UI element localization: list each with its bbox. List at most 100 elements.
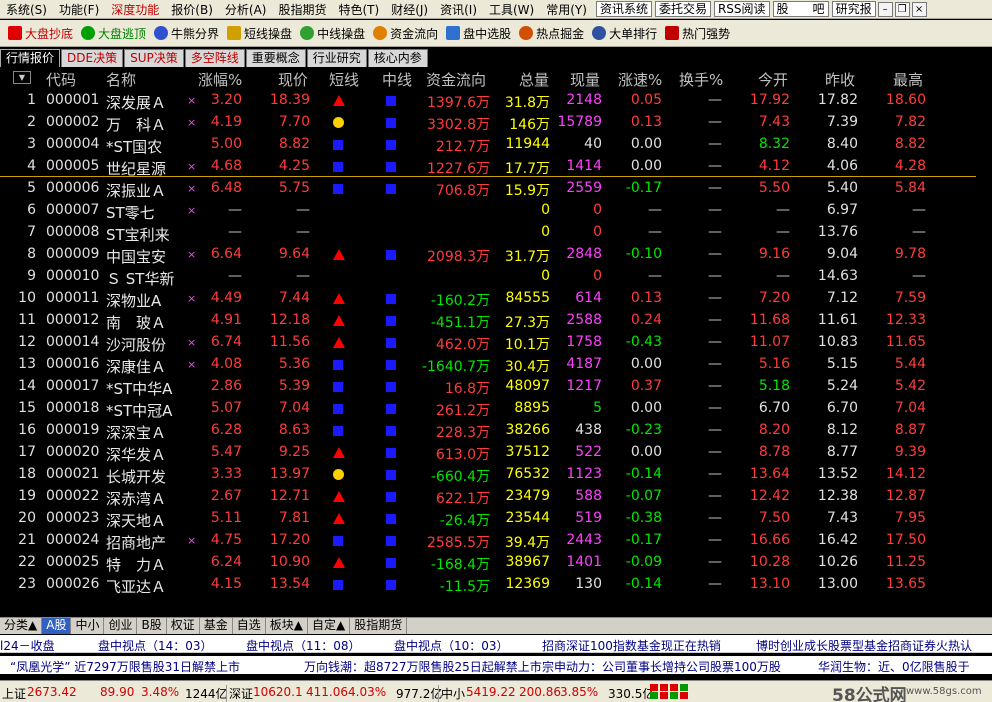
toolbar-button[interactable]: 短线操盘: [227, 25, 292, 42]
market-tab[interactable]: 自定▲: [308, 618, 351, 634]
table-row[interactable]: 7 000008 ST宝利来 — — 0 0 — — — 13.76 —: [0, 221, 992, 244]
header-prev-close[interactable]: 昨收: [825, 69, 855, 90]
table-row[interactable]: 5 000006 深振业Ａ × 6.48 5.75 706.8万 15.9万 2559 -0.17…: [0, 177, 992, 200]
table-row[interactable]: 10 000011 深物业A × 4.49 7.44 -160.2万 84555 614 0.13…: [0, 287, 992, 310]
table-row[interactable]: 23 000026 飞亚达Ａ 4.15 13.54 -11.5万 12369 130 -0.14…: [0, 573, 992, 596]
menu-quick-button[interactable]: 委托交易: [654, 1, 711, 17]
news-link[interactable]: 盘中视点（10：03）: [394, 637, 509, 652]
menu-item[interactable]: 分析(A): [219, 1, 273, 18]
news-link[interactable]: 万向钱潮：超8727万限售股25日起解禁上市: [304, 658, 542, 674]
restore-icon[interactable]: ❐: [894, 1, 910, 17]
minimize-icon[interactable]: –: [877, 1, 893, 17]
table-row[interactable]: 1 000001 深发展Ａ × 3.20 18.39 1397.6万 31.8万 2148 0.0…: [0, 89, 992, 112]
header-mid-term[interactable]: 中线: [382, 69, 412, 90]
table-row[interactable]: 8 000009 中国宝安 × 6.64 9.64 2098.3万 31.7万 2848 -0.1…: [0, 243, 992, 266]
tab-6[interactable]: 核心内参: [367, 49, 428, 67]
zx-index[interactable]: 5419.22: [466, 685, 516, 699]
header-name[interactable]: 名称: [106, 69, 136, 90]
menu-item[interactable]: 系统(S): [0, 1, 53, 18]
market-tab-bar: 分类▲ A股 中小 创业 B股 权证 基金 自选 板块▲ 自定▲ 股指期货: [0, 617, 992, 634]
toolbar-button[interactable]: 牛熊分界: [154, 25, 219, 42]
header-change[interactable]: 涨幅%: [198, 69, 242, 90]
menu-item[interactable]: 财经(J): [385, 1, 434, 18]
table-row[interactable]: 11 000012 南 玻Ａ 4.91 12.18 -451.1万 27.3万 2588 0.2…: [0, 309, 992, 332]
header-current-volume[interactable]: 现量: [570, 69, 600, 90]
table-row[interactable]: 6 000007 ST零七 × — — 0 0 — — — 6.97 —: [0, 199, 992, 222]
header-code[interactable]: 代码: [46, 69, 76, 90]
tab-3[interactable]: 多空阵线: [184, 49, 245, 67]
menu-item[interactable]: 工具(W): [483, 1, 540, 18]
tab-4[interactable]: 重要概念: [245, 49, 306, 67]
tab-1[interactable]: DDE决策: [61, 49, 124, 67]
header-volume[interactable]: 总量: [519, 69, 549, 90]
header-turnover[interactable]: 换手%: [679, 69, 723, 90]
toolbar-button[interactable]: 资金流向: [373, 25, 438, 42]
close-icon[interactable]: ×: [911, 1, 927, 17]
market-tab[interactable]: 创业: [104, 618, 138, 634]
toolbar-button[interactable]: 大盘抄底: [8, 25, 73, 42]
header-price[interactable]: 现价: [278, 69, 308, 90]
toolbar-button[interactable]: 热点掘金: [519, 25, 584, 42]
market-tab[interactable]: B股: [137, 618, 167, 634]
header-short-term[interactable]: 短线: [329, 69, 359, 90]
toolbar-button[interactable]: 大单排行: [592, 25, 657, 42]
menu-item[interactable]: 功能(F): [53, 1, 105, 18]
table-row[interactable]: 13 000016 深康佳Ａ × 4.08 5.36 -1640.7万 30.4万 4187 0.…: [0, 353, 992, 376]
news-link[interactable]: 博时创业成长股票型基金招商证券火热认: [756, 637, 972, 652]
table-row[interactable]: 3 000004 *ST国农 5.00 8.82 212.7万 11944 40 0.00 — 8.…: [0, 133, 992, 156]
table-row[interactable]: 15 000018 *ST中冠A 5.07 7.04 261.2万 8895 5 0.00 — 6.…: [0, 397, 992, 420]
tab-0[interactable]: 行情报价: [0, 49, 61, 67]
news-link[interactable]: l24－收盘: [0, 637, 55, 652]
news-link[interactable]: 华润生物：近、0亿限售股于: [818, 658, 970, 674]
news-link[interactable]: 招商深证100指数基金现正在热销: [542, 637, 721, 652]
sz-index[interactable]: 10620.1: [253, 685, 303, 699]
market-tab[interactable]: 权证: [167, 618, 200, 634]
table-row[interactable]: 16 000019 深深宝Ａ 6.28 8.63 228.3万 38266 438 -0.23 —…: [0, 419, 992, 442]
table-row[interactable]: 22 000025 特 力Ａ 6.24 10.90 -168.4万 38967 1401 -0.…: [0, 551, 992, 574]
news-link[interactable]: “凤凰光学” 近7297万限售股31日解禁上市: [10, 658, 240, 674]
toolbar-button[interactable]: 盘中选股: [446, 25, 511, 42]
market-tab[interactable]: 股指期货: [350, 618, 408, 634]
table-row[interactable]: 2 000002 万 科Ａ × 4.19 7.70 3302.8万 146万 15789 0.13…: [0, 111, 992, 134]
menu-item[interactable]: 股指期货: [272, 1, 332, 18]
market-tab[interactable]: 分类▲: [0, 618, 43, 634]
menu-item[interactable]: 资讯(I): [434, 1, 483, 18]
menu-item[interactable]: 深度功能: [105, 1, 165, 18]
tab-5[interactable]: 行业研究: [306, 49, 367, 67]
table-row[interactable]: 21 000024 招商地产 × 4.75 17.20 2585.5万 39.4万 2443 -0…: [0, 529, 992, 552]
news-link[interactable]: 宗申动力：公司董事长增持公司股票100万股: [542, 658, 781, 674]
menu-quick-button[interactable]: 研究报: [831, 1, 876, 17]
sh-index[interactable]: 2673.42: [27, 685, 77, 699]
news-link[interactable]: 盘中视点（11：08）: [246, 637, 361, 652]
menu-item[interactable]: 报价(B): [165, 1, 219, 18]
menu-item[interactable]: 特色(T): [332, 1, 385, 18]
news-link[interactable]: 盘中视点（14：03）: [98, 637, 213, 652]
toolbar-button[interactable]: 大盘逃顶: [81, 25, 146, 42]
table-row[interactable]: 18 000021 长城开发 3.33 13.97 -660.4万 76532 1123 -0.…: [0, 463, 992, 486]
header-open[interactable]: 今开: [758, 69, 788, 90]
table-row[interactable]: 17 000020 深华发Ａ 5.47 9.25 613.0万 37512 522 0.00 — 8…: [0, 441, 992, 464]
table-row[interactable]: 12 000014 沙河股份 × 6.74 11.56 462.0万 10.1万 1758 -0.…: [0, 331, 992, 354]
menu-item[interactable]: 常用(Y): [540, 1, 593, 18]
toolbar-button[interactable]: 热门强势: [665, 25, 730, 42]
menu-quick-button[interactable]: 资讯系统: [595, 1, 652, 17]
table-row[interactable]: 14 000017 *ST中华A 2.86 5.39 16.8万 48097 1217 0.37…: [0, 375, 992, 398]
menu-quick-button[interactable]: 股 吧: [772, 1, 829, 17]
table-row[interactable]: 20 000023 深天地Ａ 5.11 7.81 -26.4万 23544 519 -0.38 —…: [0, 507, 992, 530]
table-row[interactable]: 4 000005 世纪星源 × 4.68 4.25 1227.6万 17.7万 1414 0.00…: [0, 155, 992, 178]
vertical-scrollbar[interactable]: [976, 67, 992, 617]
header-speed[interactable]: 涨速%: [618, 69, 662, 90]
tab-2[interactable]: SUP决策: [124, 49, 184, 67]
market-tab[interactable]: 板块▲: [266, 618, 308, 634]
market-tab[interactable]: 中小: [71, 618, 105, 634]
toolbar-button[interactable]: 中线操盘: [300, 25, 365, 42]
sort-dropdown-icon[interactable]: ▼: [13, 71, 31, 84]
market-tab[interactable]: 自选: [233, 618, 266, 634]
table-row[interactable]: 19 000022 深赤湾Ａ 2.67 12.71 622.1万 23479 588 -0.07…: [0, 485, 992, 508]
header-money-flow[interactable]: 资金流向: [426, 69, 486, 90]
table-row[interactable]: 9 000010 Ｓ ST华新 — — 0 0 — — — 14.63 —: [0, 265, 992, 288]
market-tab[interactable]: A股: [42, 618, 72, 634]
menu-quick-button[interactable]: RSS阅读: [713, 1, 770, 17]
header-high[interactable]: 最高: [893, 69, 923, 90]
market-tab[interactable]: 基金: [200, 618, 233, 634]
